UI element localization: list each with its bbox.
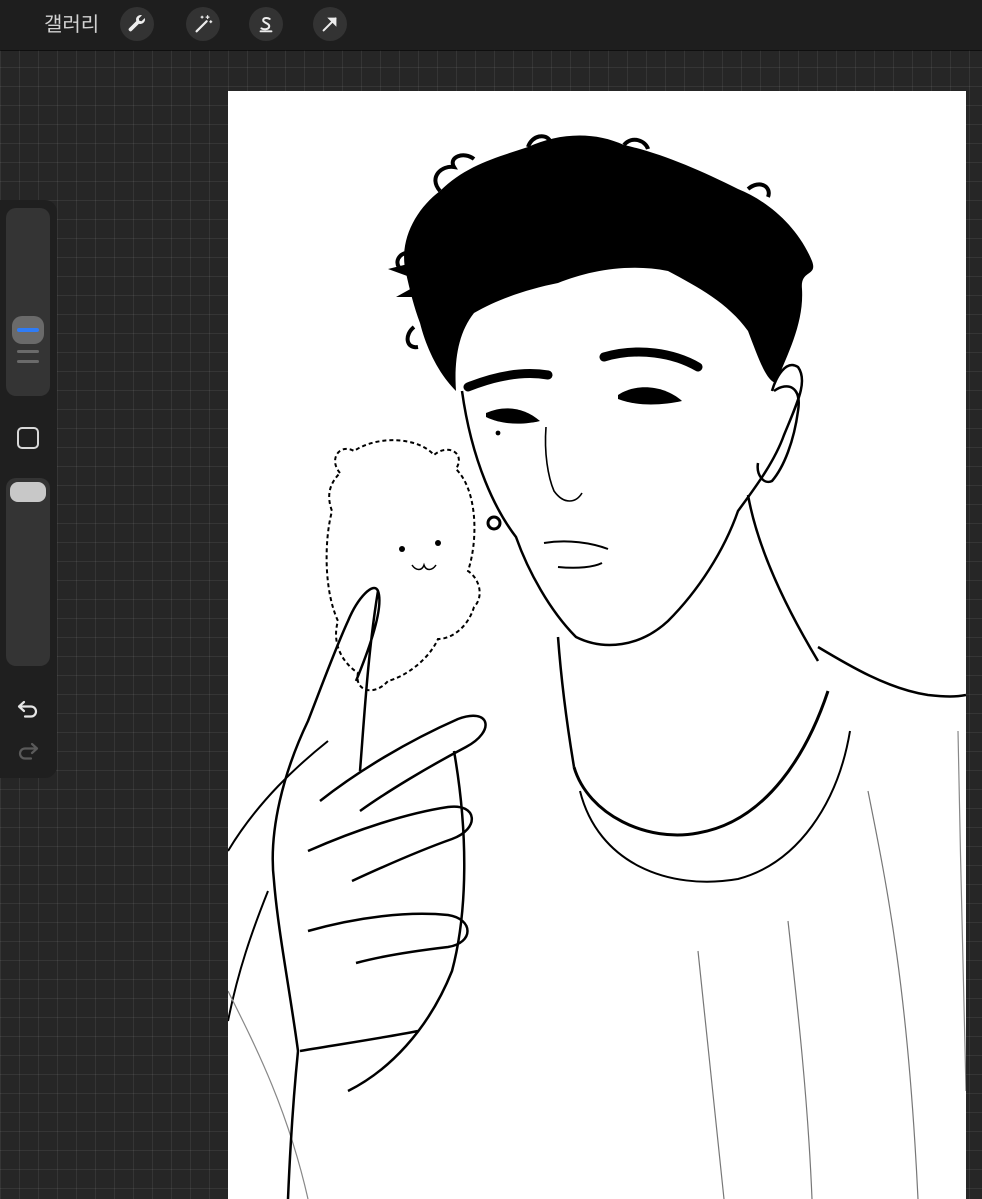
drawing-canvas[interactable]	[228, 91, 966, 1199]
wrench-icon	[128, 15, 145, 32]
square-icon[interactable]	[15, 425, 41, 451]
actions-button[interactable]	[120, 7, 154, 41]
hand	[271, 586, 487, 1199]
opacity-thumb[interactable]	[10, 482, 46, 502]
undo-icon[interactable]	[14, 694, 42, 722]
neck-and-shirt	[228, 494, 966, 1199]
slider-tick	[17, 360, 39, 363]
slider-tick	[17, 350, 39, 353]
bear-sticker	[325, 439, 481, 692]
brush-size-slider[interactable]	[6, 208, 50, 396]
opacity-slider[interactable]	[6, 478, 50, 666]
s-curve-icon	[259, 17, 273, 33]
lineart-drawing	[228, 134, 966, 1199]
gallery-button[interactable]: 갤러리	[44, 11, 99, 37]
left-sidebar	[0, 200, 57, 778]
selection-button[interactable]	[249, 7, 283, 41]
face	[460, 347, 804, 647]
brush-size-indicator	[17, 328, 39, 332]
top-toolbar: 갤러리	[0, 0, 982, 50]
bear-face	[399, 540, 441, 571]
redo-icon[interactable]	[14, 736, 42, 764]
arrow-icon	[322, 17, 337, 32]
brush-size-thumb[interactable]	[12, 316, 44, 344]
magic-wand-icon	[195, 15, 213, 33]
transform-button[interactable]	[313, 7, 347, 41]
adjustments-button[interactable]	[186, 7, 220, 41]
hair	[388, 134, 814, 391]
